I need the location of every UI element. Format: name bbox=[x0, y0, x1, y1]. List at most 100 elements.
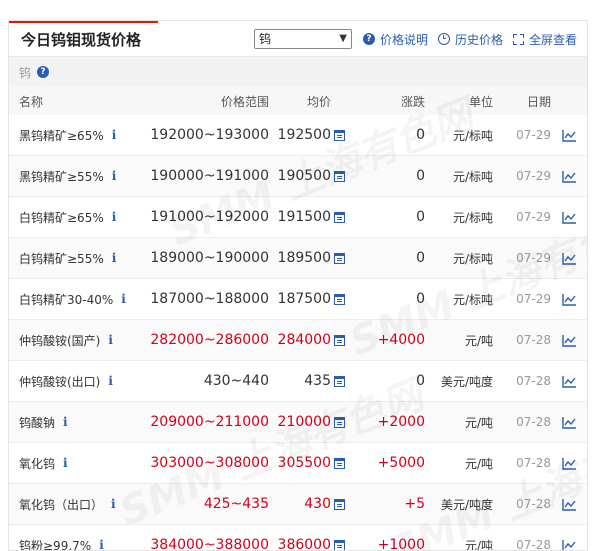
info-icon[interactable]: i bbox=[63, 456, 68, 470]
row-name: 白钨精矿30-40% i bbox=[19, 279, 126, 319]
trend-chart-icon[interactable] bbox=[562, 115, 577, 155]
trend-chart-icon[interactable] bbox=[562, 484, 577, 524]
row-avg-value: 284000 bbox=[277, 332, 331, 348]
row-unit: 元/标吨 bbox=[452, 169, 493, 184]
row-price-range: 384000~388000 bbox=[150, 537, 269, 551]
row-name-label: 黑钨精矿≥65% bbox=[19, 128, 104, 143]
chevron-down-icon: ▼ bbox=[339, 33, 347, 44]
row-price-range: 430~440 bbox=[203, 373, 269, 389]
row-name-label: 白钨精矿30-40% bbox=[19, 292, 114, 307]
info-icon[interactable]: i bbox=[63, 415, 68, 429]
row-name-label: 白钨精矿≥65% bbox=[19, 210, 104, 225]
calendar-icon[interactable] bbox=[334, 252, 345, 264]
row-date: 07-28 bbox=[516, 333, 551, 347]
trend-chart-icon[interactable] bbox=[562, 320, 577, 360]
clock-icon bbox=[438, 33, 451, 45]
row-avg-price: 190500 bbox=[278, 156, 345, 196]
row-unit: 元/标吨 bbox=[452, 128, 493, 143]
trend-chart-icon[interactable] bbox=[562, 525, 577, 550]
row-name-label: 黑钨精矿≥55% bbox=[19, 169, 104, 184]
info-icon[interactable]: i bbox=[108, 333, 113, 347]
table-body: 黑钨精矿≥65% i 192000~193000 192500 0 元/标吨 07-29 黑钨… bbox=[9, 115, 587, 551]
calendar-icon[interactable] bbox=[334, 211, 345, 223]
row-change: 0 bbox=[416, 250, 425, 266]
col-header-change: 涨跌 bbox=[400, 94, 425, 109]
row-change: 0 bbox=[416, 209, 425, 225]
info-icon[interactable]: i bbox=[112, 128, 117, 142]
trend-chart-icon[interactable] bbox=[562, 197, 577, 237]
metal-select[interactable]: 钨 ▼ bbox=[254, 29, 352, 49]
panel-title: 今日钨钼现货价格 bbox=[9, 21, 158, 57]
col-header-name: 名称 bbox=[19, 94, 44, 109]
info-icon[interactable]: i bbox=[111, 497, 116, 511]
table-row: 仲钨酸铵(国产) i 282000~286000 284000 +4000 元/吨 07-2… bbox=[9, 320, 587, 361]
info-icon[interactable]: i bbox=[108, 374, 113, 388]
row-price-range: 192000~193000 bbox=[150, 127, 269, 143]
panel-header: 今日钨钼现货价格 钨 ▼ ? 价格说明 历史价格 全屏查看 bbox=[9, 21, 587, 57]
row-name: 氧化钨（出口） i bbox=[19, 484, 116, 524]
calendar-icon[interactable] bbox=[334, 457, 345, 469]
row-unit: 元/吨 bbox=[464, 333, 493, 348]
row-price-range: 191000~192000 bbox=[150, 209, 269, 225]
row-change: +4000 bbox=[377, 332, 425, 348]
col-header-unit: 单位 bbox=[468, 94, 493, 109]
row-price-range: 209000~211000 bbox=[150, 414, 269, 430]
row-name-label: 氧化钨 bbox=[19, 456, 56, 471]
trend-chart-icon[interactable] bbox=[562, 443, 577, 483]
calendar-icon[interactable] bbox=[334, 416, 345, 428]
trend-chart-icon[interactable] bbox=[562, 279, 577, 319]
row-change: 0 bbox=[416, 127, 425, 143]
row-date: 07-29 bbox=[516, 292, 551, 306]
row-change: +1000 bbox=[377, 537, 425, 551]
fullscreen-label: 全屏查看 bbox=[529, 32, 578, 47]
row-date: 07-28 bbox=[516, 415, 551, 429]
row-unit: 元/吨 bbox=[464, 538, 493, 551]
trend-chart-icon[interactable] bbox=[562, 402, 577, 442]
row-change: 0 bbox=[416, 291, 425, 307]
calendar-icon[interactable] bbox=[334, 539, 345, 550]
history-price-link[interactable]: 历史价格 bbox=[438, 31, 503, 48]
row-avg-price: 189500 bbox=[278, 238, 345, 278]
row-date: 07-28 bbox=[516, 374, 551, 388]
table-row: 白钨精矿30-40% i 187000~188000 187500 0 元/标吨 07-29 bbox=[9, 279, 587, 320]
row-unit: 美元/吨度 bbox=[440, 497, 493, 512]
row-date: 07-29 bbox=[516, 169, 551, 183]
row-avg-price: 210000 bbox=[278, 402, 345, 442]
row-name-label: 仲钨酸铵(出口) bbox=[19, 374, 101, 389]
col-header-date: 日期 bbox=[526, 94, 551, 109]
row-avg-value: 187500 bbox=[277, 291, 331, 307]
trend-chart-icon[interactable] bbox=[562, 238, 577, 278]
price-info-link[interactable]: ? 价格说明 bbox=[363, 31, 428, 48]
col-header-range: 价格范围 bbox=[220, 94, 269, 109]
info-icon[interactable]: i bbox=[121, 292, 126, 306]
history-price-label: 历史价格 bbox=[455, 32, 504, 47]
row-unit: 美元/吨度 bbox=[440, 374, 493, 389]
calendar-icon[interactable] bbox=[334, 293, 345, 305]
info-icon[interactable]: i bbox=[112, 210, 117, 224]
calendar-icon[interactable] bbox=[334, 170, 345, 182]
calendar-icon[interactable] bbox=[334, 334, 345, 346]
row-avg-price: 192500 bbox=[278, 115, 345, 155]
calendar-icon[interactable] bbox=[334, 375, 345, 387]
row-name: 黑钨精矿≥55% i bbox=[19, 156, 116, 196]
calendar-icon[interactable] bbox=[334, 129, 345, 141]
metal-select-value: 钨 bbox=[259, 32, 272, 46]
table-row: 白钨精矿≥65% i 191000~192000 191500 0 元/标吨 07-29 bbox=[9, 197, 587, 238]
calendar-icon[interactable] bbox=[334, 498, 345, 510]
trend-chart-icon[interactable] bbox=[562, 361, 577, 401]
row-avg-value: 192500 bbox=[277, 127, 331, 143]
row-avg-value: 430 bbox=[304, 496, 331, 512]
trend-chart-icon[interactable] bbox=[562, 156, 577, 196]
fullscreen-link[interactable]: 全屏查看 bbox=[513, 31, 577, 48]
row-change: +5 bbox=[404, 496, 425, 512]
fullscreen-icon bbox=[513, 33, 525, 45]
info-icon[interactable]: i bbox=[112, 251, 117, 265]
table-row: 仲钨酸铵(出口) i 430~440 435 0 美元/吨度 07-28 bbox=[9, 361, 587, 402]
question-circle-icon[interactable]: ? bbox=[37, 66, 50, 78]
price-panel: 今日钨钼现货价格 钨 ▼ ? 价格说明 历史价格 全屏查看 钨 ? 名称 价格范… bbox=[8, 20, 588, 551]
col-header-avg: 均价 bbox=[306, 94, 331, 109]
info-icon[interactable]: i bbox=[99, 538, 104, 550]
info-icon[interactable]: i bbox=[112, 169, 117, 183]
row-avg-value: 190500 bbox=[277, 168, 331, 184]
table-header: 名称 价格范围 均价 涨跌 单位 日期 bbox=[9, 87, 587, 115]
